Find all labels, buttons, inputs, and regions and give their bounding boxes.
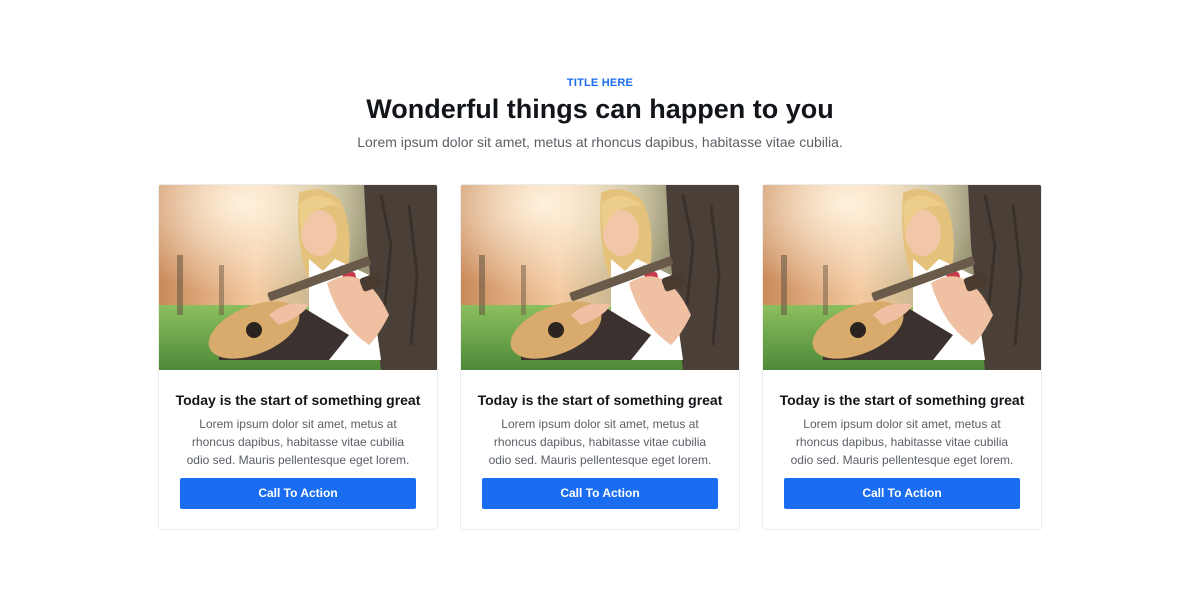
call-to-action-button[interactable]: Call To Action	[482, 478, 718, 509]
section-title: Wonderful things can happen to you	[366, 94, 834, 124]
feature-cards-section: TITLE HERE Wonderful things can happen t…	[0, 0, 1200, 608]
feature-card: Today is the start of something great Lo…	[158, 184, 438, 530]
card-description: Lorem ipsum dolor sit amet, metus at rho…	[790, 417, 1014, 467]
section-eyebrow: TITLE HERE	[566, 77, 634, 89]
card-photo	[159, 185, 437, 370]
card-description: Lorem ipsum dolor sit amet, metus at rho…	[186, 417, 410, 467]
section-subtitle: Lorem ipsum dolor sit amet, metus at rho…	[357, 134, 843, 150]
card-title: Today is the start of something great	[477, 392, 723, 408]
card-title: Today is the start of something great	[175, 392, 421, 408]
feature-card: Today is the start of something great Lo…	[762, 184, 1042, 530]
call-to-action-button[interactable]: Call To Action	[784, 478, 1020, 509]
card-title: Today is the start of something great	[779, 392, 1025, 408]
card-description: Lorem ipsum dolor sit amet, metus at rho…	[488, 417, 712, 467]
feature-card: Today is the start of something great Lo…	[460, 184, 740, 530]
card-photo	[763, 185, 1041, 370]
card-photo	[461, 185, 739, 370]
call-to-action-button[interactable]: Call To Action	[180, 478, 416, 509]
